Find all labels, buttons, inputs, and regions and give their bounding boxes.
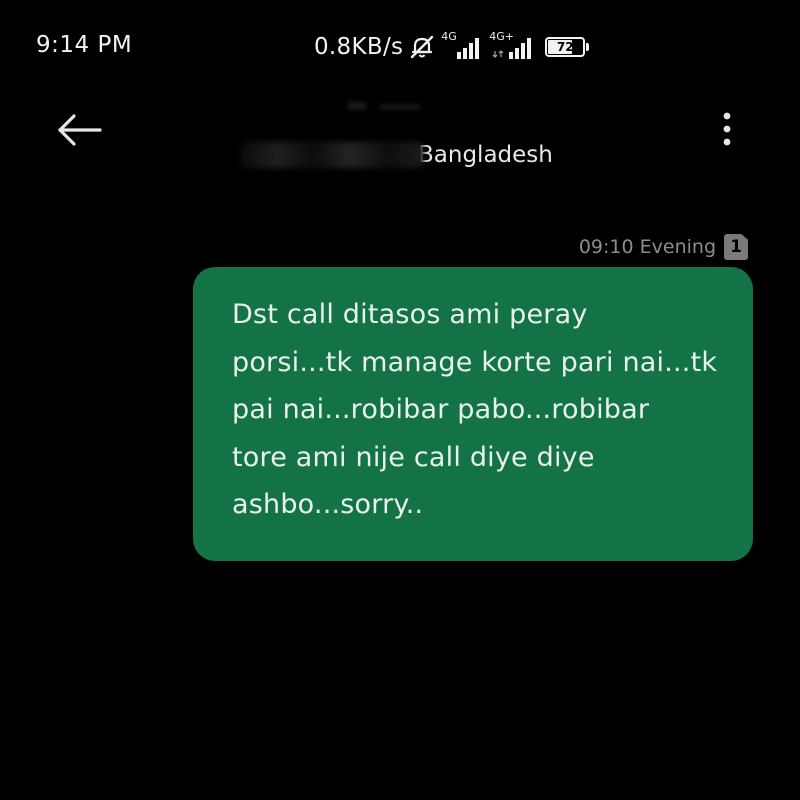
battery-level: 72 <box>556 40 574 54</box>
message-bubble[interactable]: Dst call ditasos ami peray porsi...tk ma… <box>193 267 753 561</box>
contact-location: Bangladesh <box>418 142 553 168</box>
message-line: Dst call ditasos ami peray <box>232 299 588 330</box>
message-line: pai nai...robibar pabo...robibar <box>232 394 650 425</box>
conversation-header: Bangladesh <box>0 96 800 186</box>
status-icons: 0.8KB/s 4G 4G+ 72 <box>314 30 590 64</box>
message-timestamp: 09:10 Evening <box>578 236 716 258</box>
phone-number-redacted <box>240 142 424 168</box>
message-timestamp-row: 09:10 Evening 1 <box>579 232 748 262</box>
network-speed: 0.8KB/s <box>314 34 404 60</box>
contact-name-redacted <box>336 100 432 114</box>
contact-subtitle: Bangladesh <box>240 140 553 170</box>
sim1-network-label: 4G <box>441 30 457 43</box>
more-options-button[interactable] <box>712 110 742 150</box>
sim-badge: 1 <box>724 234 748 260</box>
message-line: ashbo...sorry.. <box>232 489 424 520</box>
arrow-left-icon <box>58 114 102 146</box>
bell-off-icon <box>409 34 435 60</box>
signal-icon: 4G+ <box>489 30 535 61</box>
contact-info[interactable]: Bangladesh <box>200 96 600 176</box>
back-button[interactable] <box>52 108 108 152</box>
message-line: tore ami nije call diye diye <box>232 441 595 473</box>
message-line: porsi...tk manage korte pari nai...tk <box>232 346 718 378</box>
battery-nub <box>586 43 590 51</box>
status-bar: 9:14 PM 0.8KB/s 4G 4G+ 72 <box>0 0 800 96</box>
sim2-network-label: 4G+ <box>489 30 515 43</box>
more-vertical-icon <box>723 112 731 146</box>
signal-icon: 4G <box>441 30 483 61</box>
status-time: 9:14 PM <box>36 32 133 58</box>
battery-icon: 72 <box>545 37 590 57</box>
message-text: Dst call ditasos ami peray porsi...tk ma… <box>232 291 723 529</box>
